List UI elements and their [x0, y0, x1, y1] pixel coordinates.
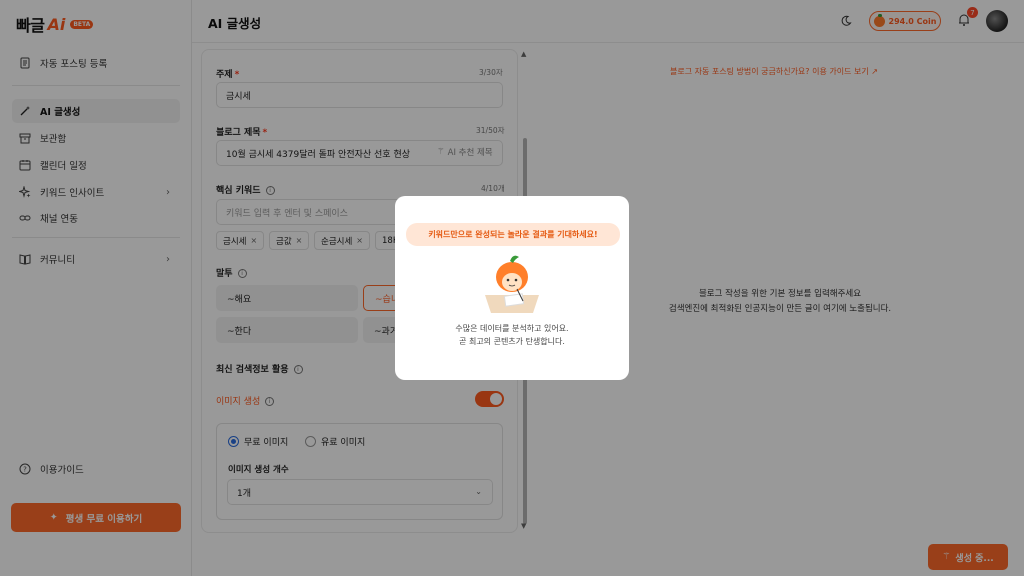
mascot-illustration [485, 255, 539, 313]
modal-line2: 곧 최고의 콘텐츠가 탄생합니다. [459, 337, 565, 346]
speech-bubble: 키워드만으로 완성되는 놀라운 결과를 기대하세요! [406, 223, 620, 246]
modal-line1: 수많은 데이터를 분석하고 있어요. [455, 324, 569, 333]
modal-message: 수많은 데이터를 분석하고 있어요. 곧 최고의 콘텐츠가 탄생합니다. [395, 322, 629, 348]
